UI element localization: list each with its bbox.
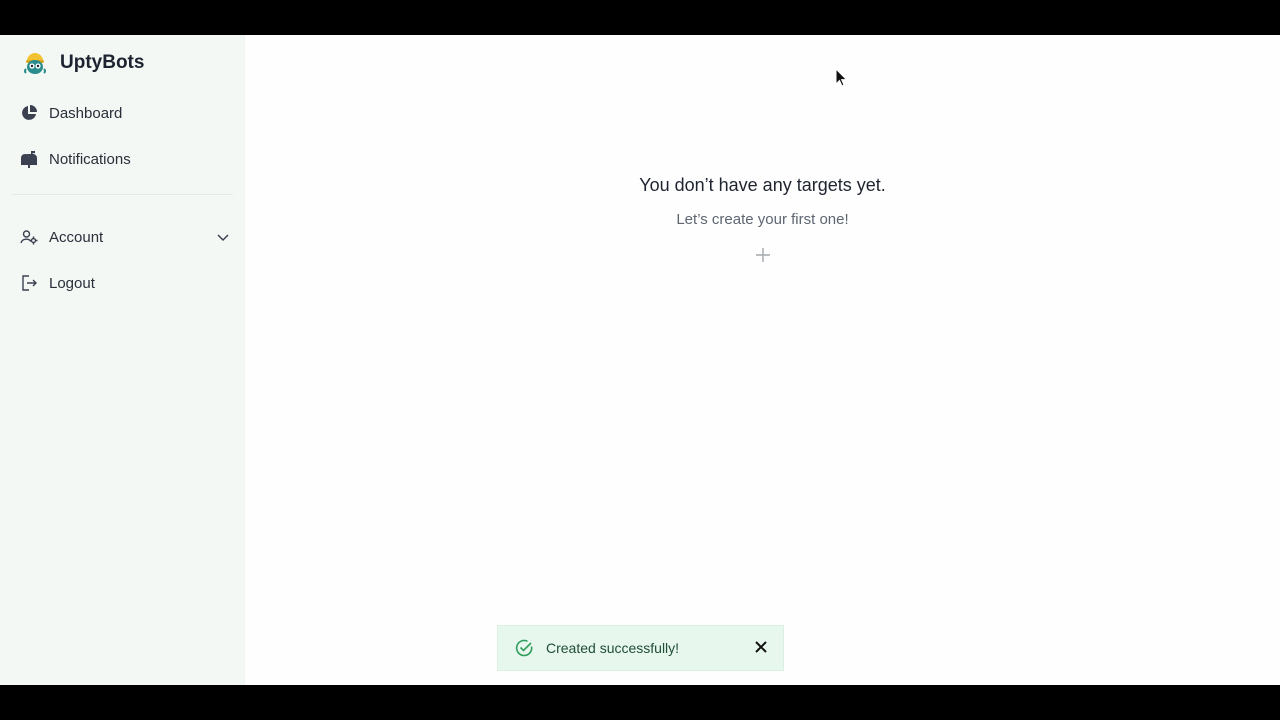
mailbox-icon — [20, 150, 38, 168]
success-toast: Created successfully! — [497, 625, 784, 671]
sidebar-item-logout[interactable]: Logout — [20, 269, 230, 297]
user-settings-icon — [20, 228, 38, 246]
brand[interactable]: UptyBots — [22, 50, 144, 76]
sidebar-item-label: Notifications — [49, 150, 131, 168]
empty-state-subtitle: Let’s create your first one! — [676, 211, 849, 228]
sidebar-item-label: Logout — [49, 274, 95, 292]
pie-chart-icon — [20, 104, 38, 122]
toast-close-button[interactable] — [753, 641, 769, 657]
plus-icon — [755, 247, 771, 268]
app-window: UptyBots Dashboard Notifications Account… — [0, 35, 1280, 685]
sidebar-item-label: Account — [49, 228, 104, 246]
robot-logo-icon — [22, 50, 48, 76]
sidebar-item-account[interactable]: Account — [20, 223, 230, 251]
logout-icon — [20, 274, 38, 292]
add-target-button[interactable] — [754, 247, 772, 268]
sidebar-item-notifications[interactable]: Notifications — [20, 145, 230, 173]
close-icon — [755, 640, 767, 658]
empty-state-title: You don’t have any targets yet. — [639, 175, 886, 195]
app-name: UptyBots — [60, 52, 145, 73]
sidebar-item-label: Dashboard — [49, 104, 123, 122]
sidebar-divider — [12, 194, 233, 195]
sidebar-item-dashboard[interactable]: Dashboard — [20, 99, 230, 127]
check-circle-icon — [514, 638, 534, 658]
mouse-cursor-icon — [835, 67, 849, 88]
sidebar: UptyBots Dashboard Notifications Account… — [0, 35, 245, 685]
toast-message: Created successfully! — [546, 640, 680, 656]
chevron-down-icon[interactable] — [216, 230, 230, 244]
